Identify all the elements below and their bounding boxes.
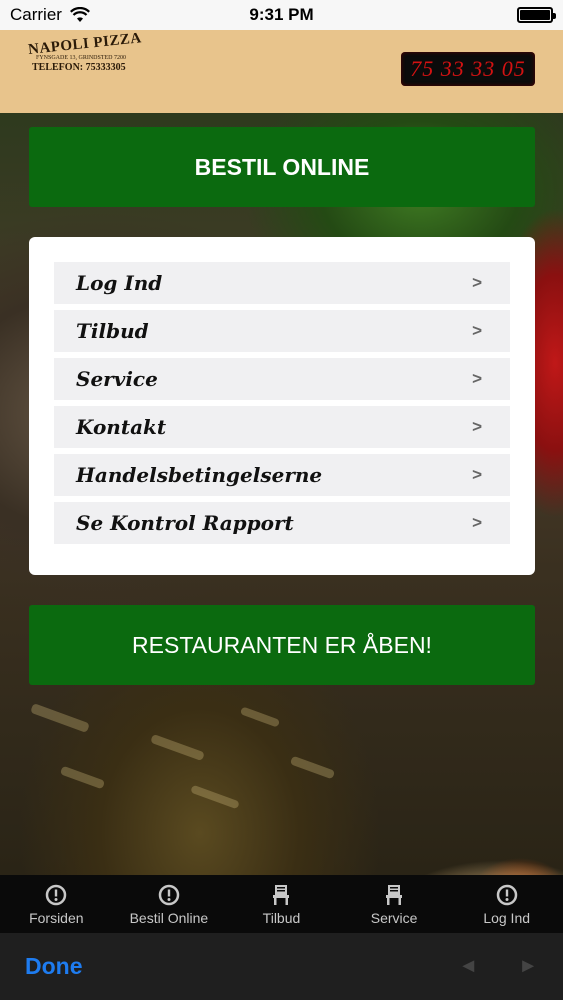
nav-buttons: ◄ ►	[458, 955, 538, 978]
done-button[interactable]: Done	[25, 953, 83, 980]
tab-tilbud[interactable]: Tilbud	[225, 875, 338, 933]
tab-label: Service	[370, 909, 418, 926]
menu-item-tilbud[interactable]: Tilbud >	[54, 310, 510, 352]
tab-forsiden[interactable]: Forsiden	[0, 875, 113, 933]
forward-arrow-icon[interactable]: ►	[518, 955, 538, 978]
menu-item-log-ind[interactable]: Log Ind >	[54, 262, 510, 304]
menu-card: Log Ind > Tilbud > Service > Kontakt > H…	[29, 237, 535, 575]
app-header: NAPOLI PIZZA FYNSGADE 13, GRINDSTED 7200…	[0, 30, 563, 113]
info-circle-icon	[46, 884, 67, 905]
menu-item-se-kontrol-rapport[interactable]: Se Kontrol Rapport >	[54, 502, 510, 544]
tab-label: Bestil Online	[129, 909, 209, 926]
tab-log-ind[interactable]: Log Ind	[450, 875, 563, 933]
menu-item-label: Handelsbetingelserne	[76, 463, 323, 487]
info-circle-icon	[496, 884, 517, 905]
info-circle-icon	[158, 884, 180, 905]
tab-label: Forsiden	[29, 909, 84, 926]
tab-bestil-online[interactable]: Bestil Online	[113, 875, 226, 933]
tab-label: Log Ind	[483, 909, 531, 926]
restaurant-logo: NAPOLI PIZZA FYNSGADE 13, GRINDSTED 7200…	[24, 30, 144, 86]
menu-item-label: Se Kontrol Rapport	[76, 511, 294, 535]
menu-item-handelsbetingelserne[interactable]: Handelsbetingelserne >	[54, 454, 510, 496]
chevron-right-icon: >	[472, 369, 482, 388]
battery-icon	[517, 7, 556, 23]
tab-label: Tilbud	[262, 909, 301, 926]
chevron-right-icon: >	[472, 273, 482, 292]
chevron-right-icon: >	[472, 465, 482, 484]
order-online-button[interactable]: BESTIL ONLINE	[29, 127, 535, 207]
tab-bar: Forsiden Bestil Online Tilbud Service Lo…	[0, 875, 563, 933]
chevron-right-icon: >	[472, 321, 482, 340]
menu-item-label: Tilbud	[76, 319, 149, 343]
chevron-right-icon: >	[472, 417, 482, 436]
logo-phone: TELEFON: 75333305	[32, 62, 126, 73]
chair-icon	[386, 884, 403, 905]
status-time: 9:31 PM	[249, 5, 314, 24]
back-arrow-icon[interactable]: ◄	[458, 955, 478, 978]
menu-item-kontakt[interactable]: Kontakt >	[54, 406, 510, 448]
browser-toolbar: Done ◄ ►	[0, 933, 563, 1000]
tab-service[interactable]: Service	[338, 875, 451, 933]
menu-item-service[interactable]: Service >	[54, 358, 510, 400]
menu-item-label: Log Ind	[76, 271, 163, 295]
phone-number-display[interactable]: 75 33 33 05	[401, 52, 535, 86]
menu-item-label: Kontakt	[76, 415, 167, 439]
menu-item-label: Service	[76, 367, 158, 391]
restaurant-open-status-button[interactable]: RESTAURANTEN ER ÅBEN!	[29, 605, 535, 685]
chevron-right-icon: >	[472, 513, 482, 532]
chair-icon	[273, 884, 290, 905]
status-bar: Carrier 9:31 PM	[0, 0, 563, 30]
